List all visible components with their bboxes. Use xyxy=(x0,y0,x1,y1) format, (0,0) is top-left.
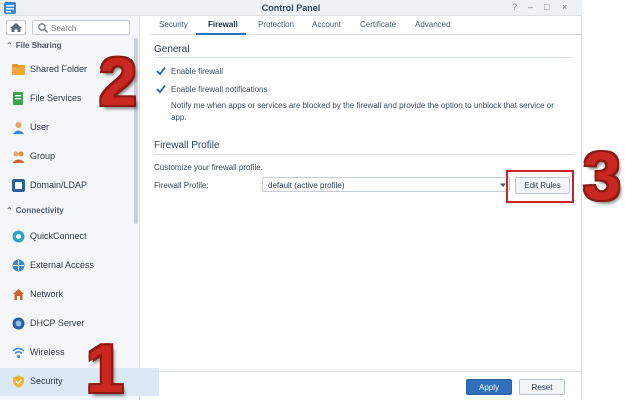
selected-profile-value: default (active profile) xyxy=(268,181,345,190)
section-connectivity[interactable]: ⌃ Connectivity xyxy=(6,206,64,215)
notify-description: Notify me when apps or services are bloc… xyxy=(171,101,554,110)
sidebar-item-label: DHCP Server xyxy=(30,318,85,328)
step-2-annotation: 2 xyxy=(99,44,137,120)
minimize-icon[interactable]: – xyxy=(528,2,533,12)
home-icon xyxy=(10,23,22,32)
sidebar-item-network[interactable]: Network xyxy=(0,281,134,309)
close-icon[interactable]: × xyxy=(562,2,567,12)
tab-security[interactable]: Security xyxy=(159,20,188,29)
sidebar-item-label: QuickConnect xyxy=(30,231,87,241)
tab-account[interactable]: Account xyxy=(312,20,341,29)
window-title: Control Panel xyxy=(261,3,321,13)
dhcp-server-icon xyxy=(12,317,25,330)
sidebar-item-label: Group xyxy=(30,151,56,161)
chevron-up-icon: ⌃ xyxy=(6,41,13,50)
firewall-profile-heading: Firewall Profile xyxy=(154,140,220,151)
firewall-profile-label: Firewall Profile: xyxy=(154,181,209,190)
title-bar: Control Panel ? – □ × xyxy=(0,0,582,16)
wireless-icon xyxy=(12,347,25,358)
sidebar-item-domain-ldap[interactable]: Domain/LDAP xyxy=(0,172,134,200)
tab-advanced[interactable]: Advanced xyxy=(415,20,451,29)
sidebar-item-external-access[interactable]: External Access xyxy=(0,252,134,280)
maximize-icon[interactable]: □ xyxy=(544,2,549,12)
step-3-annotation: 3 xyxy=(583,138,621,214)
enable-notifications-checkbox[interactable] xyxy=(156,84,166,94)
sidebar-item-group[interactable]: Group xyxy=(0,143,134,171)
network-icon xyxy=(13,289,24,300)
sidebar-item-quickconnect[interactable]: QuickConnect xyxy=(0,223,134,251)
edit-rules-highlight-box xyxy=(506,170,574,203)
apply-button[interactable]: Apply xyxy=(466,379,512,395)
sidebar-item-label: Wireless xyxy=(30,347,65,357)
notify-description-cont: app. xyxy=(171,113,187,122)
shared-folder-icon xyxy=(12,64,25,75)
search-icon xyxy=(38,23,48,33)
footer-divider xyxy=(150,371,582,372)
home-button[interactable] xyxy=(6,20,26,35)
divider xyxy=(154,154,574,155)
user-icon xyxy=(13,122,24,134)
sidebar-item-label: Security xyxy=(30,376,63,386)
section-file-sharing[interactable]: ⌃ File Sharing xyxy=(6,41,62,50)
sidebar-item-label: Shared Folder xyxy=(30,64,88,74)
tab-firewall[interactable]: Firewall xyxy=(208,20,238,29)
quickconnect-icon xyxy=(12,230,25,243)
firewall-profile-select[interactable]: default (active profile) xyxy=(262,177,510,192)
help-icon[interactable]: ? xyxy=(512,2,517,12)
sidebar-item-label: Network xyxy=(30,289,64,299)
step-1-annotation: 1 xyxy=(86,331,124,400)
active-tab-indicator xyxy=(196,33,246,35)
tab-certificate[interactable]: Certificate xyxy=(360,20,396,29)
sidebar-item-label: Domain/LDAP xyxy=(30,180,88,190)
sidebar-item-label: User xyxy=(30,122,50,132)
sidebar-item-security[interactable]: Security xyxy=(0,368,159,396)
sidebar-item-label: File Services xyxy=(30,93,82,103)
section-label: File Sharing xyxy=(15,41,62,50)
security-shield-icon xyxy=(13,375,24,388)
chevron-up-icon: ⌃ xyxy=(6,206,13,215)
file-services-icon xyxy=(13,92,23,105)
group-icon xyxy=(12,151,25,163)
search-box[interactable] xyxy=(32,20,130,35)
section-label: Connectivity xyxy=(15,206,64,215)
enable-firewall-checkbox[interactable] xyxy=(156,66,166,76)
search-input[interactable] xyxy=(51,23,127,33)
tab-protection[interactable]: Protection xyxy=(258,20,294,29)
sidebar-item-label: External Access xyxy=(30,260,95,270)
enable-notifications-label: Enable firewall notifications xyxy=(171,85,268,94)
firewall-profile-description: Customize your firewall profile. xyxy=(154,163,263,172)
general-heading: General xyxy=(154,44,190,55)
reset-button[interactable]: Reset xyxy=(519,379,565,395)
enable-firewall-label: Enable firewall xyxy=(171,67,224,76)
domain-ldap-icon xyxy=(12,179,25,192)
external-access-icon xyxy=(12,259,25,272)
divider xyxy=(154,57,574,58)
